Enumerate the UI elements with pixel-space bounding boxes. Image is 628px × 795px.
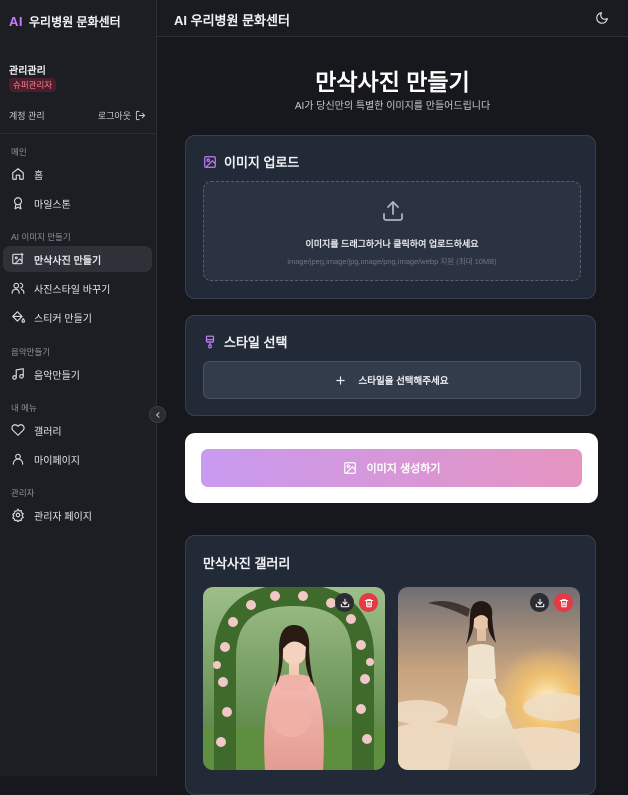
logout-button[interactable]: 로그아웃 (98, 109, 146, 122)
sidebar-item-label: 홈 (34, 170, 44, 182)
upload-dropzone[interactable]: 이미지를 드래그하거나 클릭하여 업로드하세요 image/jpeg,image… (203, 181, 581, 281)
role-badge: 슈퍼관리자 (9, 78, 57, 92)
sidebar-item-milestone[interactable]: 마일스톤 (3, 190, 152, 216)
maternity-photo-garden (203, 587, 385, 770)
plus-icon (336, 375, 346, 385)
sidebar-item-label: 관리자 페이지 (34, 511, 92, 523)
brand[interactable]: AI 우리병원 문화센터 (9, 13, 121, 30)
page-title: 만삭사진 만들기 (315, 69, 470, 95)
style-heading: 스타일 선택 (203, 332, 287, 351)
download-button[interactable] (530, 593, 549, 612)
select-style-label: 스타일을 선택해주세요 (358, 376, 449, 387)
sidebar-item-mypage[interactable]: 마이페이지 (3, 446, 152, 472)
upload-heading: 이미지 업로드 (203, 152, 299, 171)
logout-icon (135, 110, 146, 121)
users-icon (11, 282, 25, 294)
account-settings-link[interactable]: 계정 관리 (9, 109, 45, 122)
trash-icon (559, 598, 568, 607)
sidebar-item-label: 마일스톤 (34, 199, 71, 211)
section-ai-image: AI 이미지 만들기 (11, 232, 71, 242)
gallery-card: 만삭사진 갤러리 (185, 535, 596, 795)
section-main: 메인 (11, 147, 27, 157)
generate-panel: 이미지 생성하기 (185, 433, 598, 503)
download-button[interactable] (335, 593, 354, 612)
delete-button[interactable] (359, 593, 378, 612)
sidebar-item-maternity-photo[interactable]: 만삭사진 만들기 (3, 246, 152, 272)
download-icon (535, 598, 544, 607)
award-icon (13, 197, 23, 210)
home-icon (12, 168, 24, 180)
image-edit-icon (12, 252, 24, 265)
paint-bucket-icon (12, 311, 25, 323)
music-icon (12, 368, 24, 380)
select-style-button[interactable]: 스타일을 선택해주세요 (203, 361, 581, 399)
sidebar: AI 우리병원 문화센터 관리관리 슈퍼관리자 계정 관리 로그아웃 메인 홈 … (0, 0, 157, 776)
header-title: AI 우리병원 문화센터 (174, 13, 290, 28)
page-subtitle: AI가 당신만의 특별한 이미지를 만들어드립니다 (294, 101, 491, 112)
section-admin: 관리자 (11, 488, 35, 498)
heart-icon (11, 424, 25, 436)
sidebar-item-admin[interactable]: 관리자 페이지 (3, 502, 152, 528)
image-icon (343, 462, 356, 474)
style-card: 스타일 선택 스타일을 선택해주세요 (185, 315, 596, 416)
sidebar-item-label: 마이페이지 (34, 455, 80, 467)
sidebar-item-label: 만삭사진 만들기 (34, 255, 102, 267)
top-bar: AI 우리병원 문화센터 (157, 0, 628, 37)
generate-image-button[interactable]: 이미지 생성하기 (201, 449, 582, 487)
user-name: 관리관리 (9, 66, 46, 77)
main-content: 만삭사진 만들기 AI가 당신만의 특별한 이미지를 만들어드립니다 이미지 업… (157, 37, 628, 795)
dropzone-text: 이미지를 드래그하거나 클릭하여 업로드하세요 (305, 239, 479, 249)
gallery-image[interactable] (398, 587, 580, 770)
upload-card: 이미지 업로드 이미지를 드래그하거나 클릭하여 업로드하세요 image/jp… (185, 135, 596, 299)
generate-image-label: 이미지 생성하기 (366, 463, 441, 475)
download-icon (340, 598, 349, 607)
gear-icon (12, 508, 24, 522)
gallery-heading: 만삭사진 갤러리 (203, 556, 291, 571)
sidebar-item-label: 사진스타일 바꾸기 (34, 284, 111, 296)
dropzone-hint: image/jpeg,image/jpg,image/png,image/web… (287, 257, 497, 266)
upload-heading-label: 이미지 업로드 (224, 155, 300, 170)
paintbrush-icon (205, 335, 215, 348)
section-my-menu: 내 메뉴 (11, 403, 37, 413)
sidebar-item-label: 음악만들기 (34, 370, 80, 382)
sidebar-collapse-button[interactable] (149, 406, 166, 423)
maternity-photo-clouds (398, 587, 580, 770)
brand-name: 우리병원 문화센터 (29, 15, 121, 29)
account-row: 계정 관리 로그아웃 (9, 109, 146, 122)
sidebar-item-style-change[interactable]: 사진스타일 바꾸기 (3, 275, 152, 301)
sidebar-item-label: 스티커 만들기 (34, 313, 92, 325)
sidebar-item-sticker[interactable]: 스티커 만들기 (3, 304, 152, 330)
trash-icon (364, 598, 373, 607)
chevron-left-icon (155, 411, 159, 418)
gallery-image[interactable] (203, 587, 385, 770)
delete-button[interactable] (554, 593, 573, 612)
sidebar-item-label: 갤러리 (34, 426, 62, 438)
sidebar-item-home[interactable]: 홈 (3, 161, 152, 187)
moon-icon[interactable] (595, 11, 609, 25)
sidebar-item-music[interactable]: 음악만들기 (3, 361, 152, 387)
user-icon (12, 453, 24, 465)
image-icon (204, 155, 216, 168)
upload-icon (383, 201, 403, 221)
sidebar-divider (0, 133, 156, 134)
style-heading-label: 스타일 선택 (224, 335, 288, 350)
sidebar-item-gallery[interactable]: 갤러리 (3, 417, 152, 443)
brand-logo: AI (9, 14, 23, 29)
logout-label: 로그아웃 (97, 111, 131, 121)
section-music: 음악만들기 (11, 347, 51, 357)
